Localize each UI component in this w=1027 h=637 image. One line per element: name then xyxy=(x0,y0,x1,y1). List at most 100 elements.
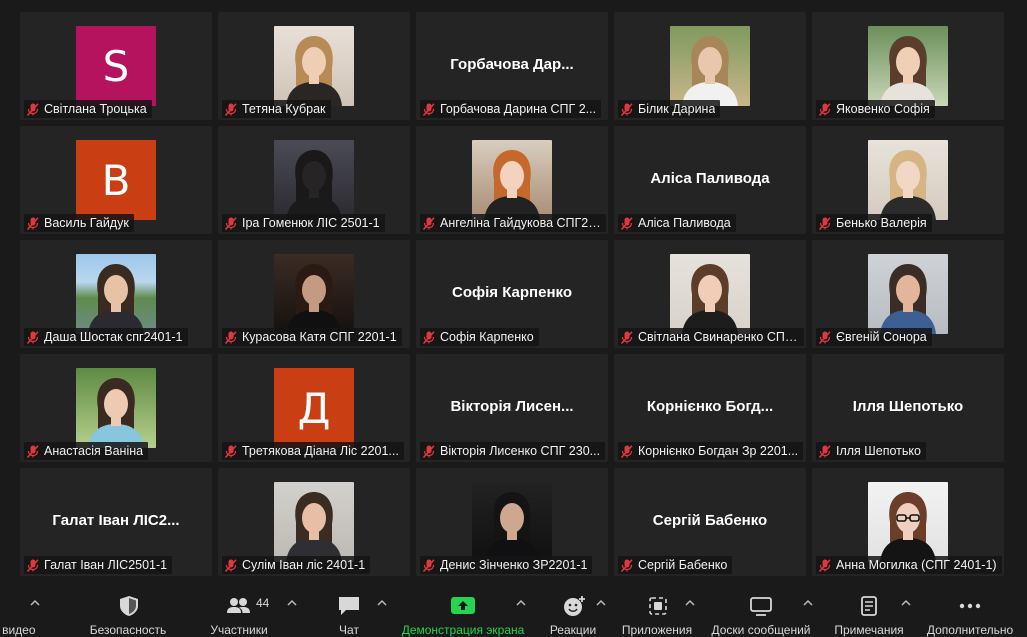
participant-display-name: Аліса Паливода xyxy=(650,170,770,187)
more-button[interactable]: Дополнительно xyxy=(920,583,1027,637)
participant-name: Третякова Діана Ліс 2201... xyxy=(242,444,399,458)
apps-button[interactable]: Приложения xyxy=(615,583,705,637)
participant-tile[interactable]: Білик Дарина xyxy=(614,12,806,120)
name-tag: Василь Гайдук xyxy=(24,214,134,232)
participant-tile[interactable]: Ілля Шепотько Ілля Шепотько xyxy=(812,354,1004,462)
avatar xyxy=(274,26,354,106)
participant-name: Анна Могилка (СПГ 2401-1) xyxy=(836,558,997,572)
participant-tile[interactable]: S Світлана Троцька xyxy=(20,12,212,120)
name-tag: Яковенко Софія xyxy=(816,100,935,118)
chevron-up-icon[interactable] xyxy=(803,599,813,607)
participant-name: Корнієнко Богдан Зр 2201... xyxy=(638,444,799,458)
reactions-button[interactable]: Реакции xyxy=(545,583,605,637)
participant-name: Білик Дарина xyxy=(638,102,716,116)
whiteboards-button[interactable]: Доски сообщений xyxy=(705,583,815,637)
muted-mic-icon xyxy=(423,558,435,572)
avatar xyxy=(274,482,354,562)
participant-tile[interactable]: Галат Іван ЛІС2... Галат Іван ЛІС2501-1 xyxy=(20,468,212,576)
participant-name: Курасова Катя СПГ 2201-1 xyxy=(242,330,397,344)
security-button[interactable]: Безопасность xyxy=(80,583,180,637)
muted-mic-icon xyxy=(621,444,633,458)
chat-button[interactable]: Чат xyxy=(320,583,380,637)
participant-tile[interactable]: Євгеній Сонора xyxy=(812,240,1004,348)
muted-mic-icon xyxy=(423,330,435,344)
avatar-initial: S xyxy=(76,26,156,106)
avatar xyxy=(472,482,552,562)
participant-tile[interactable]: Курасова Катя СПГ 2201-1 xyxy=(218,240,410,348)
video-label: ь видео xyxy=(0,623,36,637)
participant-tile[interactable]: Яковенко Софія xyxy=(812,12,1004,120)
chevron-up-icon[interactable] xyxy=(30,599,40,607)
participant-tile[interactable]: Світлана Свинаренко СПГ ... xyxy=(614,240,806,348)
name-tag: Горбачова Дарина СПГ 2... xyxy=(420,100,602,118)
name-tag: Вікторія Лисенко СПГ 230... xyxy=(420,442,606,460)
participant-name: Аліса Паливода xyxy=(638,216,731,230)
name-tag: Галат Іван ЛІС2501-1 xyxy=(24,556,173,574)
avatar xyxy=(670,254,750,334)
video-button[interactable]: ь видео xyxy=(0,583,60,637)
name-tag: Сулім Іван ліс 2401-1 xyxy=(222,556,371,574)
participant-name: Тетяна Кубрак xyxy=(242,102,326,116)
muted-mic-icon xyxy=(621,216,633,230)
participant-tile[interactable]: Сергій Бабенко Сергій Бабенко xyxy=(614,468,806,576)
participant-tile[interactable]: Денис Зінченко ЗР2201-1 xyxy=(416,468,608,576)
chevron-up-icon[interactable] xyxy=(901,599,911,607)
participant-name: Галат Іван ЛІС2501-1 xyxy=(44,558,168,572)
participant-tile[interactable]: Бенько Валерія xyxy=(812,126,1004,234)
participant-name: Світлана Троцька xyxy=(44,102,147,116)
participant-name: Василь Гайдук xyxy=(44,216,129,230)
participants-count: 44 xyxy=(256,596,270,610)
reactions-label: Реакции xyxy=(549,623,597,637)
name-tag: Світлана Троцька xyxy=(24,100,152,118)
participant-tile[interactable]: Вікторія Лисен... Вікторія Лисенко СПГ 23… xyxy=(416,354,608,462)
participant-tile[interactable]: Д Третякова Діана Ліс 2201... xyxy=(218,354,410,462)
chevron-up-icon[interactable] xyxy=(516,599,526,607)
name-tag: Світлана Свинаренко СПГ ... xyxy=(618,328,804,346)
participant-tile[interactable]: Іра Гоменюк ЛІС 2501-1 xyxy=(218,126,410,234)
participant-display-name: Софія Карпенко xyxy=(452,284,572,301)
avatar xyxy=(76,368,156,448)
name-tag: Третякова Діана Ліс 2201... xyxy=(222,442,404,460)
muted-mic-icon xyxy=(225,102,237,116)
participant-name: Денис Зінченко ЗР2201-1 xyxy=(440,558,588,572)
avatar-initial: B xyxy=(76,140,156,220)
participant-tile[interactable]: Анастасія Ваніна xyxy=(20,354,212,462)
participant-tile[interactable]: B Василь Гайдук xyxy=(20,126,212,234)
participant-tile[interactable]: Сулім Іван ліс 2401-1 xyxy=(218,468,410,576)
avatar xyxy=(472,140,552,220)
name-tag: Євгеній Сонора xyxy=(816,328,932,346)
participant-tile[interactable]: Софія Карпенко Софія Карпенко xyxy=(416,240,608,348)
name-tag: Анастасія Ваніна xyxy=(24,442,149,460)
security-label: Безопасность xyxy=(89,623,167,637)
name-tag: Анна Могилка (СПГ 2401-1) xyxy=(816,556,1002,574)
participants-button[interactable]: 44 Участники xyxy=(200,583,280,637)
notes-icon xyxy=(861,596,877,616)
participant-tile[interactable]: Ангеліна Гайдукова СПГ24... xyxy=(416,126,608,234)
muted-mic-icon xyxy=(621,102,633,116)
whiteboards-label: Доски сообщений xyxy=(711,623,811,637)
notes-button[interactable]: Примечания xyxy=(825,583,910,637)
share-screen-button[interactable]: Демонстрация экрана xyxy=(400,583,530,637)
name-tag: Денис Зінченко ЗР2201-1 xyxy=(420,556,593,574)
participant-tile[interactable]: Даша Шостак спг2401-1 xyxy=(20,240,212,348)
smiley-icon xyxy=(564,596,585,616)
muted-mic-icon xyxy=(27,330,39,344)
participant-display-name: Корнієнко Богд... xyxy=(646,398,774,415)
participant-tile[interactable]: Анна Могилка (СПГ 2401-1) xyxy=(812,468,1004,576)
participant-tile[interactable]: Горбачова Дар... Горбачова Дарина СПГ 2..… xyxy=(416,12,608,120)
chevron-up-icon[interactable] xyxy=(377,599,387,607)
muted-mic-icon xyxy=(423,102,435,116)
chevron-up-icon[interactable] xyxy=(596,599,606,607)
participant-tile[interactable]: Тетяна Кубрак xyxy=(218,12,410,120)
chat-bubble-icon xyxy=(339,597,359,615)
chevron-up-icon[interactable] xyxy=(685,599,695,607)
avatar xyxy=(76,254,156,334)
participant-tile[interactable]: Аліса Паливода Аліса Паливода xyxy=(614,126,806,234)
participant-name: Яковенко Софія xyxy=(836,102,930,116)
avatar xyxy=(274,254,354,334)
chevron-up-icon[interactable] xyxy=(287,599,297,607)
participant-tile[interactable]: Корнієнко Богд... Корнієнко Богдан Зр 220… xyxy=(614,354,806,462)
participant-name: Сергій Бабенко xyxy=(638,558,728,572)
apps-icon xyxy=(649,597,667,615)
name-tag: Курасова Катя СПГ 2201-1 xyxy=(222,328,402,346)
